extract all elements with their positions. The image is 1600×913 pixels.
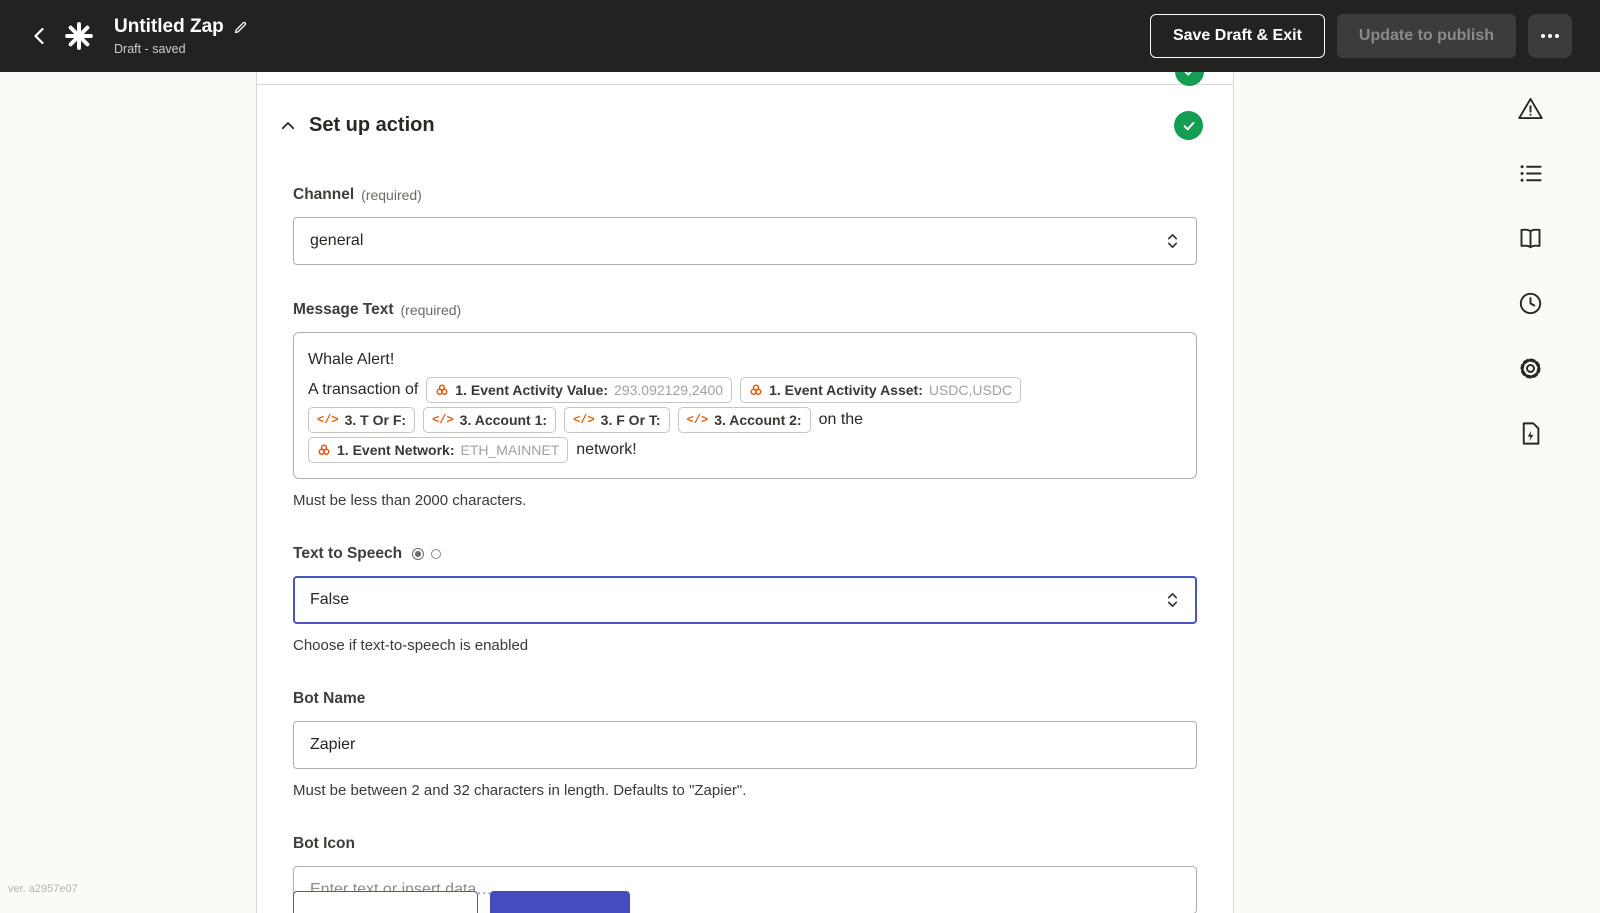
mapped-field-pill[interactable]: 1. Event Network: ETH_MAINNET — [308, 436, 569, 463]
bot-name-label: Bot Name — [293, 690, 366, 707]
chevron-up-down-icon — [1165, 590, 1180, 610]
alchemy-icon — [750, 383, 762, 395]
setup-action-header[interactable]: Set up action — [257, 85, 1233, 140]
code-icon: </> — [317, 412, 339, 427]
action-form: Channel (required) general Message Text … — [257, 186, 1233, 913]
mapped-field-pill[interactable]: 1. Event Activity Asset: USDC,USDC — [740, 376, 1022, 403]
channel-value: general — [310, 232, 364, 249]
field-list-button[interactable] — [1512, 155, 1548, 191]
pencil-icon — [234, 21, 246, 33]
message-line4-text: network! — [576, 440, 637, 458]
field-list-icon — [1520, 164, 1542, 182]
channel-select[interactable]: general — [293, 217, 1197, 265]
tts-label: Text to Speech — [293, 545, 403, 562]
update-to-publish-button[interactable]: Update to publish — [1336, 14, 1516, 58]
primary-action-button[interactable] — [490, 891, 630, 913]
section-complete-check-icon — [1174, 111, 1203, 140]
bot-name-input[interactable] — [293, 721, 1197, 769]
edit-title-button[interactable] — [233, 20, 248, 35]
zapier-logo-icon — [64, 21, 94, 51]
file-lightning-icon — [1522, 421, 1539, 445]
mapped-field-pill[interactable]: </> 3. F Or T: — [564, 406, 670, 433]
mapped-field-pill[interactable]: </> 3. Account 2: — [677, 406, 811, 433]
bot-name-field: Bot Name Must be between 2 and 32 charac… — [293, 690, 1197, 799]
message-helper-text: Must be less than 2000 characters. — [293, 492, 527, 509]
section-title: Set up action — [309, 114, 435, 136]
channel-required: (required) — [361, 187, 422, 203]
tts-select[interactable]: False — [293, 576, 1197, 624]
dropdown-mode-icon — [412, 548, 425, 560]
code-icon: </> — [432, 412, 454, 427]
docs-button[interactable] — [1512, 220, 1548, 256]
zap-title-block: Untitled Zap Draft - saved — [114, 16, 248, 56]
message-line2-text: A transaction of — [308, 380, 419, 398]
history-clock-icon — [1519, 292, 1541, 314]
back-button[interactable] — [28, 24, 52, 48]
run-details-button[interactable] — [1512, 415, 1548, 451]
code-icon: </> — [573, 412, 595, 427]
secondary-action-button[interactable] — [293, 891, 478, 913]
mapped-field-pill[interactable]: </> 3. T Or F: — [308, 406, 416, 433]
more-options-button[interactable] — [1528, 14, 1572, 58]
book-icon — [1520, 228, 1540, 248]
settings-button[interactable] — [1512, 350, 1548, 386]
top-bar: Untitled Zap Draft - saved Save Draft & … — [0, 0, 1600, 72]
chevron-up-down-icon — [1165, 231, 1180, 251]
gear-icon — [1519, 357, 1541, 379]
step-setup-panel: Set up action Channel (required) general… — [256, 72, 1234, 913]
alert-triangle-icon — [1517, 97, 1543, 119]
right-toolbar — [1512, 90, 1548, 451]
tts-value: False — [310, 591, 350, 608]
message-text-field: Message Text (required) Whale Alert! A t… — [293, 301, 1197, 509]
alchemy-icon — [318, 443, 330, 455]
message-text-label: Message Text — [293, 301, 394, 318]
mapped-field-pill[interactable]: 1. Event Activity Value: 293.092129,2400 — [426, 376, 733, 403]
save-draft-exit-button[interactable]: Save Draft & Exit — [1149, 14, 1325, 58]
tts-helper-text: Choose if text-to-speech is enabled — [293, 637, 529, 654]
zap-title: Untitled Zap — [114, 16, 224, 37]
field-mode-toggle[interactable] — [412, 548, 442, 560]
bot-name-helper-text: Must be between 2 and 32 characters in l… — [293, 782, 747, 799]
text-to-speech-field: Text to Speech False Choose if text-to-s… — [293, 545, 1197, 654]
form-footer-buttons — [293, 891, 630, 913]
section-divider — [257, 72, 1233, 85]
message-line1: Whale Alert! — [308, 350, 395, 368]
alchemy-icon — [436, 383, 448, 395]
version-label: ver. a2957e07 — [8, 883, 78, 895]
alerts-button[interactable] — [1512, 90, 1548, 126]
code-icon: </> — [686, 412, 709, 427]
message-text-editor[interactable]: Whale Alert! A transaction of 1. Event A… — [293, 332, 1197, 479]
chevron-up-icon — [281, 121, 295, 129]
bot-icon-label: Bot Icon — [293, 835, 355, 852]
draft-status: Draft - saved — [114, 42, 186, 56]
collapse-section-button[interactable] — [279, 117, 297, 135]
custom-mode-icon — [431, 549, 442, 559]
history-button[interactable] — [1512, 285, 1548, 321]
channel-label: Channel — [293, 186, 355, 203]
message-line3-text: on the — [818, 410, 864, 428]
chevron-left-icon — [34, 27, 44, 45]
channel-field: Channel (required) general — [293, 186, 1197, 265]
mapped-field-pill[interactable]: </> 3. Account 1: — [423, 406, 557, 433]
message-text-required: (required) — [400, 302, 462, 318]
ellipsis-icon — [1541, 34, 1559, 38]
